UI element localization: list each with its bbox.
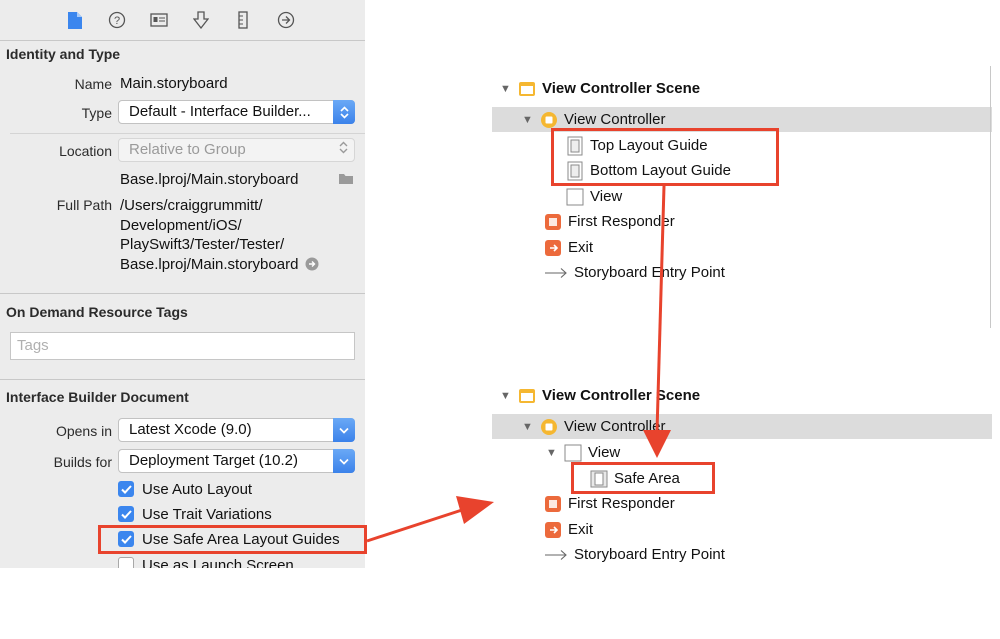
arrow-icon bbox=[643, 185, 671, 458]
arrow-icon bbox=[366, 496, 494, 543]
annotation-arrows bbox=[366, 185, 671, 543]
